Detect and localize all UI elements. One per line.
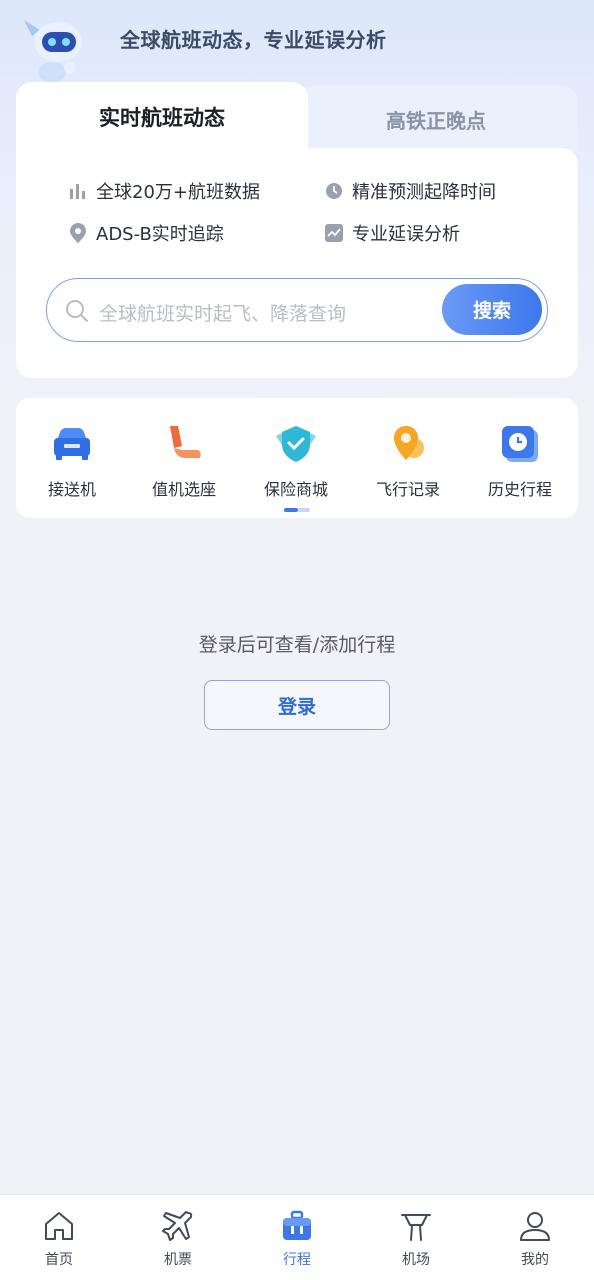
robot-mascot-icon [24, 20, 82, 82]
tab-label: 机票 [164, 1252, 192, 1268]
seat-icon [170, 426, 201, 458]
shield-icon [276, 426, 316, 462]
page-dot-active [284, 508, 298, 512]
tab-label: 机场 [402, 1252, 430, 1268]
search-input[interactable]: 全球航班实时起飞、降落查询 [99, 299, 346, 326]
airplane-icon [162, 1211, 193, 1241]
tab-home[interactable]: 首页 [0, 1209, 118, 1269]
feature-label: 精准预测起降时间 [352, 182, 496, 203]
history-clock-icon [502, 426, 538, 462]
feature-predict-time: 精准预测起降时间 [324, 178, 496, 204]
slogan: 全球航班动态，专业延误分析 [120, 28, 387, 52]
feature-label: ADS-B实时追踪 [96, 224, 224, 245]
search-button[interactable]: 搜索 [442, 284, 542, 335]
login-button[interactable]: 登录 [204, 680, 390, 730]
bar-chart-icon [68, 181, 88, 201]
car-icon [54, 428, 90, 460]
flight-search-box[interactable]: 全球航班实时起飞、降落查询 搜索 [46, 278, 548, 342]
search-icon [66, 300, 88, 322]
tab-tickets[interactable]: 机票 [119, 1209, 237, 1269]
tab-me[interactable]: 我的 [476, 1209, 594, 1269]
service-seat-selection[interactable]: 值机选座 [128, 422, 240, 500]
service-trip-history[interactable]: 历史行程 [464, 422, 576, 500]
services-panel: 接送机 值机选座 保险商城 飞行记录 历史行程 [16, 398, 578, 518]
service-label: 接送机 [47, 480, 96, 499]
feature-adsb-tracking: ADS-B实时追踪 [68, 220, 224, 246]
person-icon [520, 1212, 550, 1241]
trend-chart-icon [324, 223, 344, 243]
service-label: 飞行记录 [375, 480, 440, 499]
service-label: 历史行程 [487, 480, 552, 499]
tab-label: 行程 [283, 1252, 311, 1268]
tab-trips[interactable]: 行程 [238, 1209, 356, 1269]
service-airport-transfer[interactable]: 接送机 [16, 422, 128, 500]
feature-flight-data: 全球20万+航班数据 [68, 178, 260, 204]
map-pin-icon [394, 426, 424, 460]
home-icon [45, 1212, 73, 1240]
search-card-body: 全球20万+航班数据 精准预测起降时间 ADS-B实时追踪 专业延误分析 全球航… [16, 148, 578, 378]
feature-label: 专业延误分析 [352, 224, 460, 245]
tab-label: 我的 [521, 1252, 549, 1268]
feature-delay-analysis: 专业延误分析 [324, 220, 460, 246]
tab-label: 首页 [45, 1252, 73, 1268]
service-flight-records[interactable]: 飞行记录 [352, 422, 464, 500]
bottom-tab-bar: 首页 机票 行程 机场 我的 [0, 1194, 594, 1280]
suitcase-icon [283, 1210, 311, 1240]
location-pin-icon [68, 223, 88, 243]
empty-trips-message: 登录后可查看/添加行程 [198, 634, 396, 656]
header: 全球航班动态，专业延误分析 [0, 0, 594, 82]
tab-realtime-flight[interactable]: 实时航班动态 [16, 82, 308, 152]
service-label: 值机选座 [151, 480, 216, 499]
page-dot [298, 508, 310, 512]
feature-label: 全球20万+航班数据 [96, 182, 260, 203]
tab-train-delay[interactable]: 高铁正晚点 [294, 86, 578, 152]
airport-tower-icon [401, 1214, 431, 1241]
clock-icon [324, 181, 344, 201]
service-insurance-mall[interactable]: 保险商城 [240, 422, 352, 500]
service-label: 保险商城 [263, 480, 328, 499]
tab-airport[interactable]: 机场 [357, 1209, 475, 1269]
flight-search-card: 高铁正晚点 全球20万+航班数据 精准预测起降时间 ADS-B实时追踪 专业延误… [16, 82, 578, 378]
